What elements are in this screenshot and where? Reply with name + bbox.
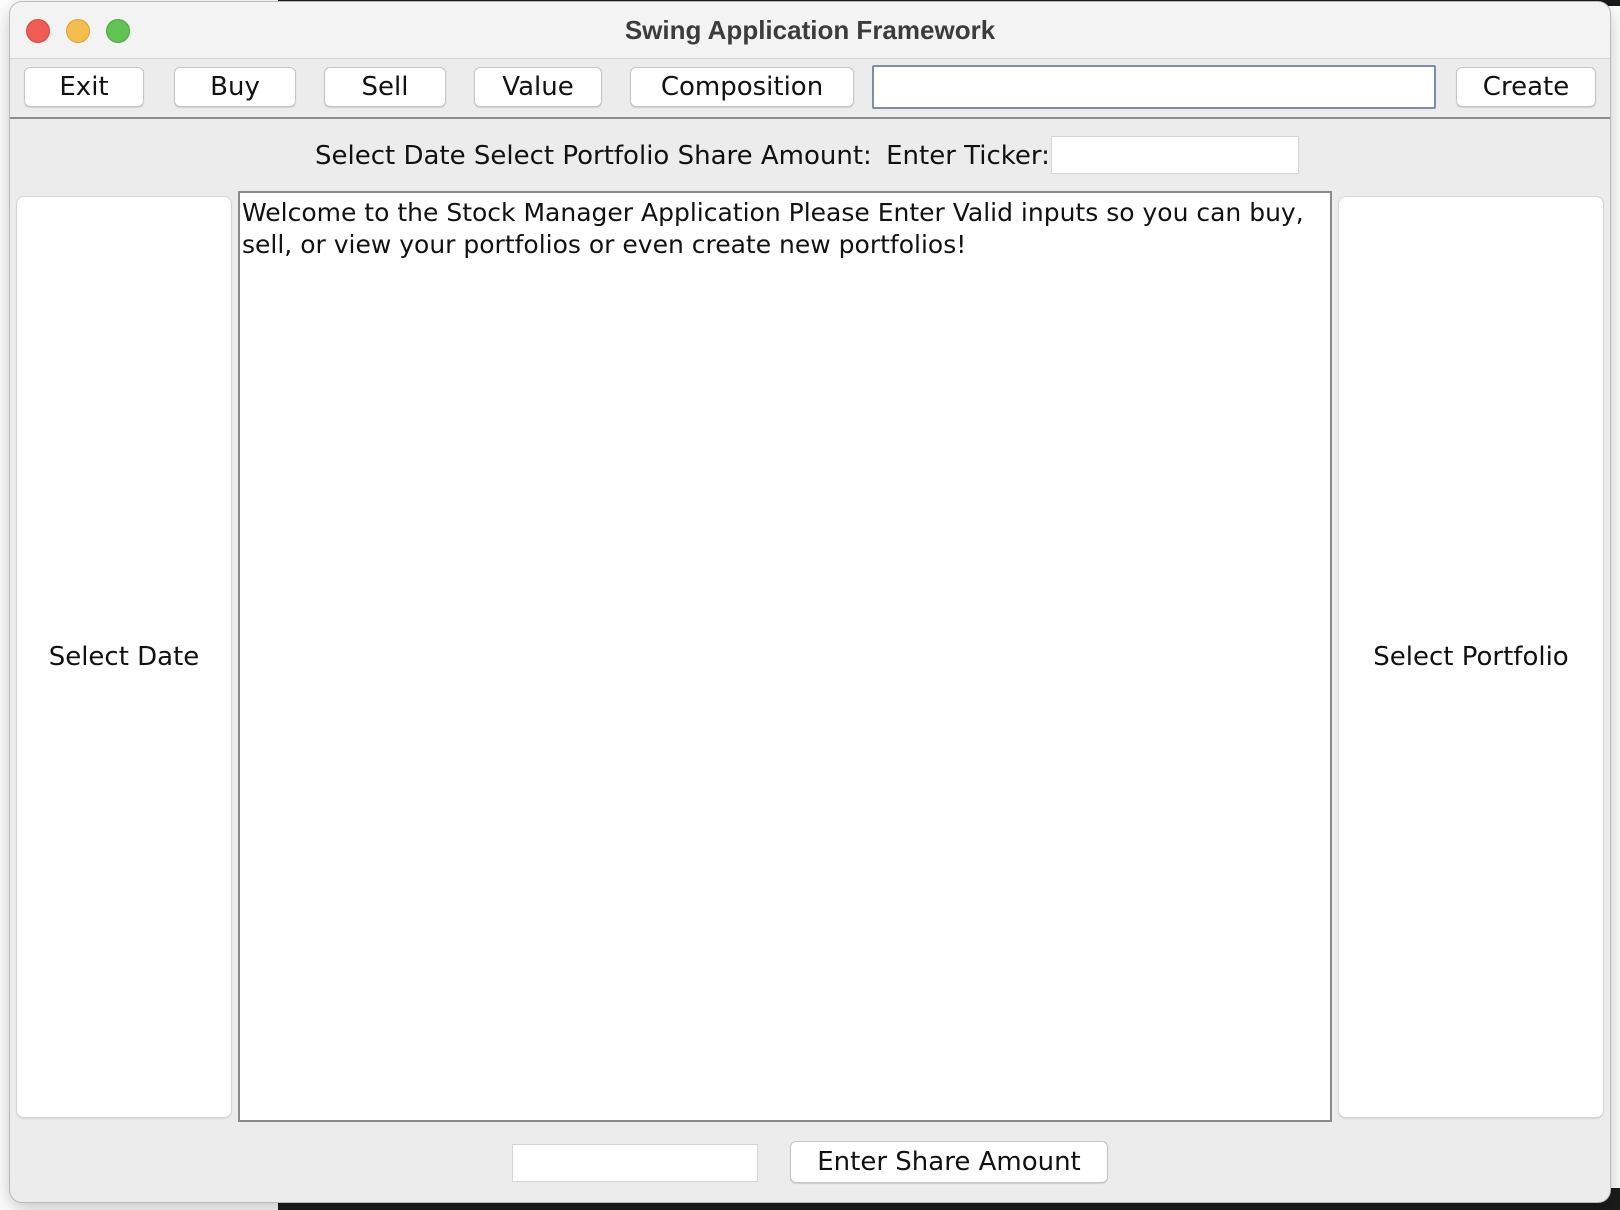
select-date-button[interactable]: Select Date	[16, 196, 232, 1118]
composition-button[interactable]: Composition	[630, 67, 854, 107]
header-labels: Select Date Select Portfolio Share Amoun…	[315, 136, 1050, 176]
enter-ticker-label: Enter Ticker:	[886, 141, 1050, 171]
selected-portfolio-label: Select Portfolio	[473, 141, 670, 171]
portfolio-name-input[interactable]	[872, 65, 1436, 109]
share-amount-input[interactable]	[512, 1144, 758, 1182]
ticker-input[interactable]	[1051, 136, 1299, 174]
window-title: Swing Application Framework	[624, 15, 996, 45]
create-button[interactable]: Create	[1456, 67, 1596, 107]
buy-button[interactable]: Buy	[174, 67, 296, 107]
toolbar: Exit Buy Sell Value Composition Create	[10, 59, 1610, 119]
value-button[interactable]: Value	[474, 67, 602, 107]
output-text-area[interactable]: Welcome to the Stock Manager Application…	[238, 191, 1332, 1122]
app-window: Swing Application Framework Exit Buy Sel…	[10, 2, 1610, 1202]
share-amount-label: Share Amount:	[677, 141, 872, 171]
enter-share-amount-button[interactable]: Enter Share Amount	[790, 1141, 1108, 1183]
select-portfolio-button[interactable]: Select Portfolio	[1338, 196, 1604, 1118]
sell-button[interactable]: Sell	[324, 67, 446, 107]
title-bar: Swing Application Framework	[10, 2, 1610, 59]
selected-date-label: Select Date	[315, 141, 466, 171]
exit-button[interactable]: Exit	[24, 67, 144, 107]
